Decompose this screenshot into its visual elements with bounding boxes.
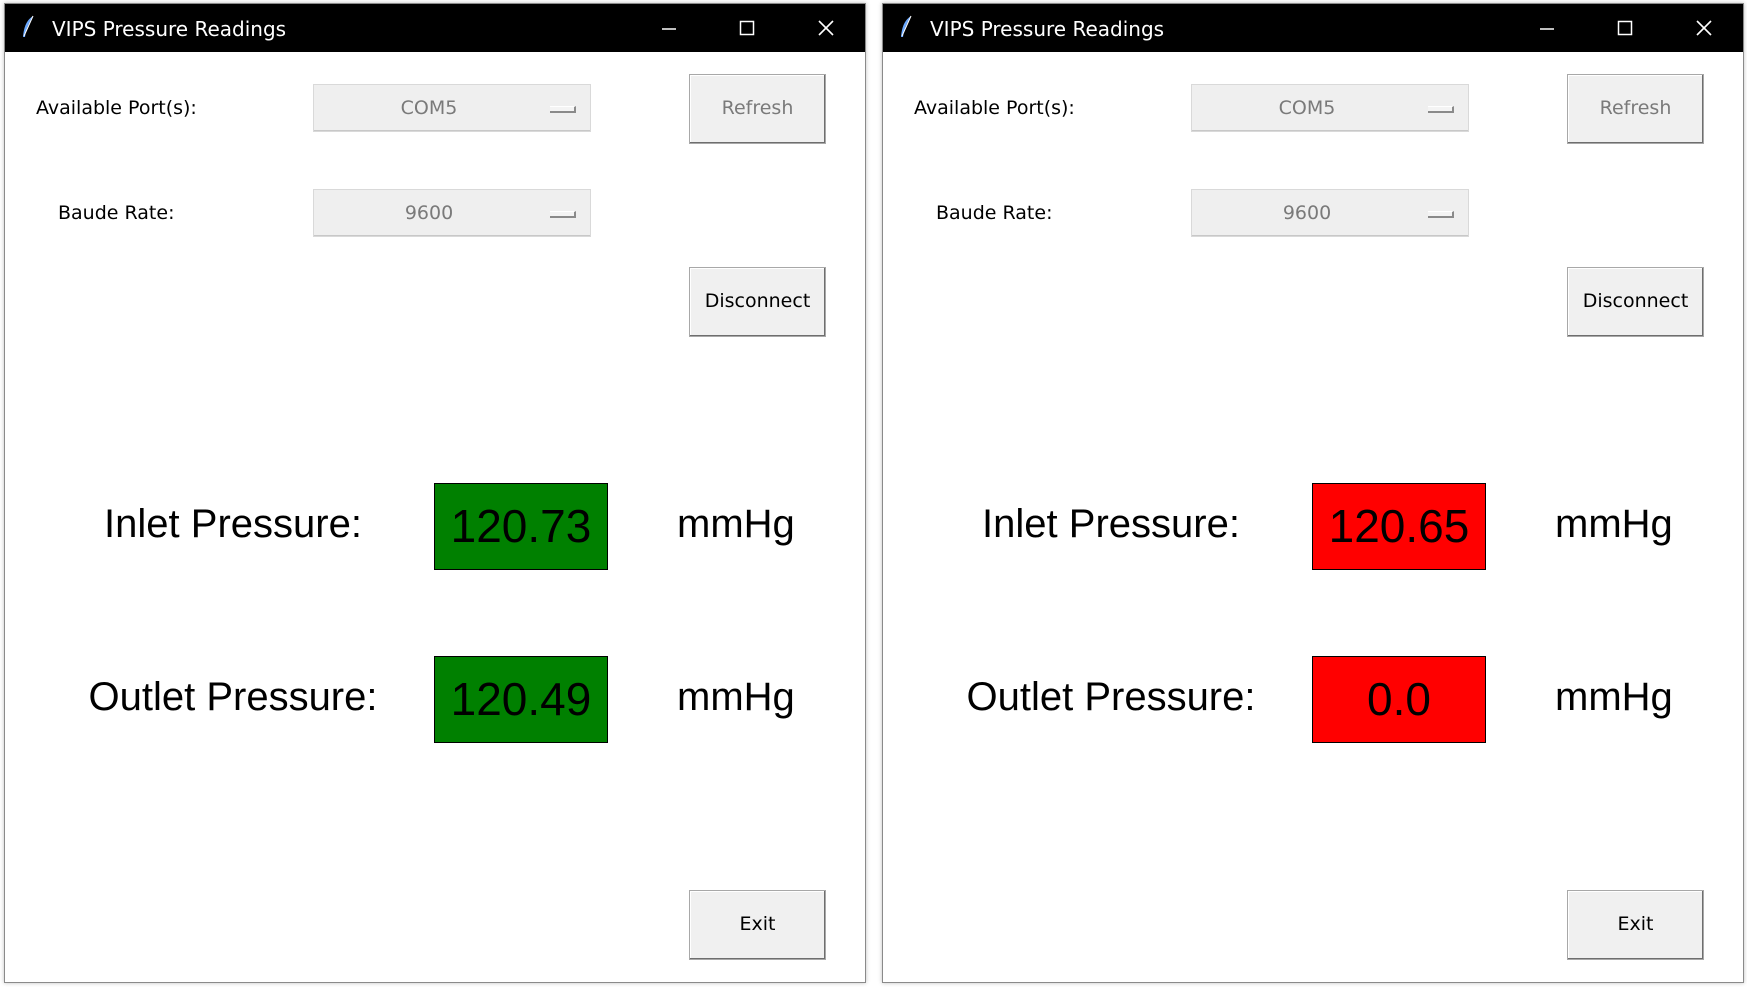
minimize-icon [662,28,676,30]
close-icon [818,20,834,36]
outlet-pressure-label: Outlet Pressure: [966,675,1256,719]
outlet-pressure-value: 120.49 [434,656,608,743]
inlet-pressure-unit: mmHg [1555,502,1673,546]
window-title: VIPS Pressure Readings [930,17,1165,41]
refresh-button[interactable]: Refresh [689,74,826,144]
window-alarm: VIPS Pressure Readings Available Port(s)… [882,3,1744,983]
port-label: Available Port(s): [36,97,197,119]
port-label: Available Port(s): [914,97,1075,119]
baud-rate-select[interactable]: 9600 [313,189,591,237]
maximize-icon [1617,20,1633,36]
maximize-button[interactable] [727,10,767,46]
maximize-icon [739,20,755,36]
baud-rate-select-value: 9600 [404,202,454,224]
outlet-pressure-label: Outlet Pressure: [88,675,378,719]
baud-rate-select-value: 9600 [1282,202,1332,224]
port-select[interactable]: COM5 [1191,84,1469,132]
inlet-pressure-unit: mmHg [677,502,795,546]
inlet-pressure-value: 120.73 [434,483,608,570]
dropdown-arrow-icon[interactable] [550,106,576,113]
port-select-value: COM5 [1278,97,1336,119]
dropdown-arrow-icon[interactable] [1428,211,1454,218]
exit-button[interactable]: Exit [1567,890,1704,960]
close-button[interactable] [1684,10,1724,46]
title-bar[interactable]: VIPS Pressure Readings [5,4,865,52]
refresh-button[interactable]: Refresh [1567,74,1704,144]
close-button[interactable] [806,10,846,46]
disconnect-button[interactable]: Disconnect [1567,267,1704,337]
port-select[interactable]: COM5 [313,84,591,132]
baud-rate-label: Baude Rate: [936,202,1053,224]
outlet-pressure-unit: mmHg [677,675,795,719]
minimize-button[interactable] [649,10,689,46]
window-normal: VIPS Pressure Readings Available Port(s)… [4,3,866,983]
close-icon [1696,20,1712,36]
baud-rate-select[interactable]: 9600 [1191,189,1469,237]
dropdown-arrow-icon[interactable] [550,211,576,218]
minimize-button[interactable] [1527,10,1567,46]
port-select-value: COM5 [400,97,458,119]
feather-icon [21,15,35,39]
dropdown-arrow-icon[interactable] [1428,106,1454,113]
disconnect-button[interactable]: Disconnect [689,267,826,337]
inlet-pressure-label: Inlet Pressure: [982,502,1240,546]
inlet-pressure-value: 120.65 [1312,483,1486,570]
maximize-button[interactable] [1605,10,1645,46]
exit-button[interactable]: Exit [689,890,826,960]
feather-icon [899,15,913,39]
minimize-icon [1540,28,1554,30]
baud-rate-label: Baude Rate: [58,202,175,224]
inlet-pressure-label: Inlet Pressure: [104,502,362,546]
outlet-pressure-unit: mmHg [1555,675,1673,719]
outlet-pressure-value: 0.0 [1312,656,1486,743]
window-title: VIPS Pressure Readings [52,17,287,41]
title-bar[interactable]: VIPS Pressure Readings [883,4,1743,52]
